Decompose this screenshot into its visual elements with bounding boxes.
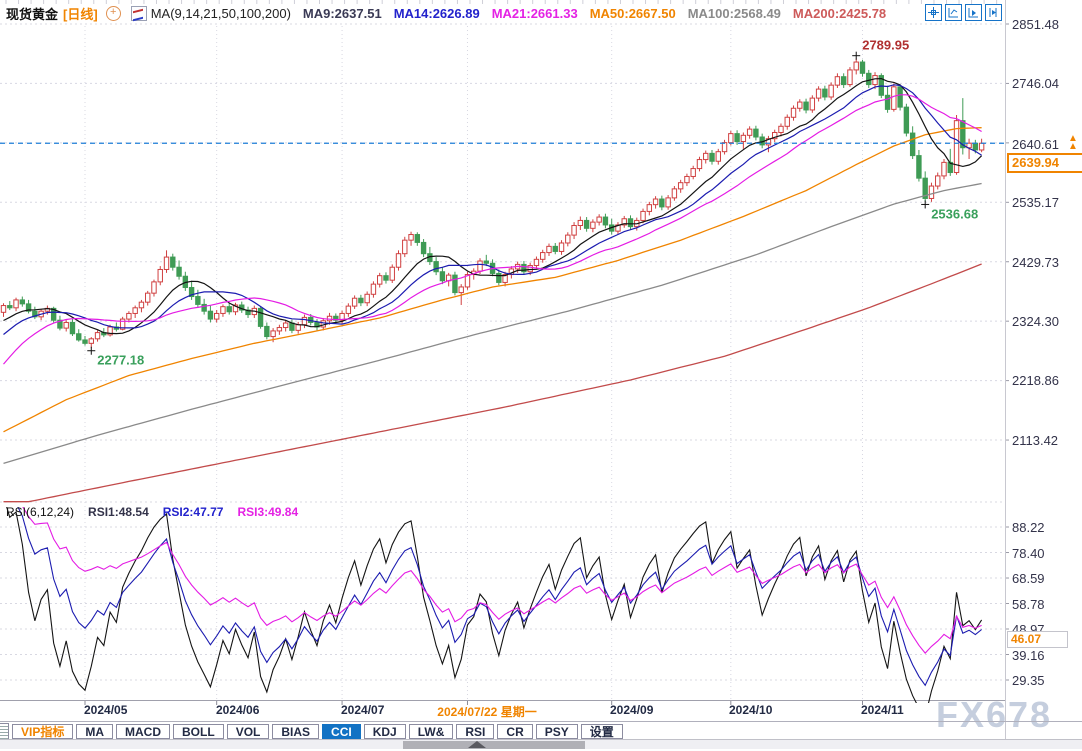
latest-view-icon[interactable] bbox=[965, 4, 982, 21]
svg-text:2536.68: 2536.68 bbox=[931, 206, 978, 221]
indicator-chart-icon[interactable] bbox=[131, 6, 147, 21]
tab-ma[interactable]: MA bbox=[76, 724, 113, 739]
price-label: 2324.30 bbox=[1012, 314, 1078, 329]
tab-vol[interactable]: VOL bbox=[227, 724, 270, 739]
tab-rsi[interactable]: RSI bbox=[456, 724, 494, 739]
crosshair-tool-icon[interactable] bbox=[925, 4, 942, 21]
zoom-axis-icon[interactable] bbox=[945, 4, 962, 21]
svg-text:2789.95: 2789.95 bbox=[862, 38, 909, 53]
tab-kdj[interactable]: KDJ bbox=[364, 724, 406, 739]
indicator-toolbar: VIP指标 MA MACD BOLL VOL BIAS CCI KDJ LW& … bbox=[0, 721, 1082, 740]
price-label: 2218.86 bbox=[1012, 373, 1078, 388]
symbol-name: 现货黄金 bbox=[6, 4, 58, 23]
ma-group-label: MA(9,14,21,50,100,200) bbox=[151, 6, 291, 21]
price-label: 2113.42 bbox=[1012, 433, 1078, 448]
ma100-value: MA100:2568.49 bbox=[688, 6, 781, 21]
pan-right-icon[interactable] bbox=[985, 4, 1002, 21]
tab-vip-indicator[interactable]: VIP指标 bbox=[12, 724, 73, 739]
circle-plus-icon[interactable]: + bbox=[106, 6, 121, 21]
tab-bias[interactable]: BIAS bbox=[272, 724, 319, 739]
x-tick-label: 2024/07 bbox=[341, 703, 384, 717]
current-price-badge: 2639.94 bbox=[1007, 153, 1082, 173]
rsi-label: 58.78 bbox=[1012, 597, 1078, 612]
rsi-label: 88.22 bbox=[1012, 520, 1078, 535]
tab-cr[interactable]: CR bbox=[497, 724, 532, 739]
rsi2-value: RSI2:47.77 bbox=[163, 505, 224, 519]
horizontal-scrollbar[interactable] bbox=[0, 739, 1082, 749]
ma9-value: MA9:2637.51 bbox=[303, 6, 382, 21]
scrollbar-thumb[interactable] bbox=[403, 741, 585, 749]
tab-boll[interactable]: BOLL bbox=[173, 724, 224, 739]
chart-canvas[interactable]: 2789.95 2536.68 2277.18 bbox=[0, 0, 1082, 751]
price-label: 2535.17 bbox=[1012, 195, 1078, 210]
ma200-value: MA200:2425.78 bbox=[793, 6, 886, 21]
tab-lw[interactable]: LW& bbox=[409, 724, 454, 739]
tab-cci[interactable]: CCI bbox=[322, 724, 361, 739]
ma21-value: MA21:2661.33 bbox=[492, 6, 578, 21]
rsi1-value: RSI1:48.54 bbox=[88, 505, 149, 519]
rsi-header: RSI(6,12,24) RSI1:48.54 RSI2:47.77 RSI3:… bbox=[0, 503, 1000, 520]
x-tick-label: 2024/05 bbox=[84, 703, 127, 717]
x-tick-label: 2024/10 bbox=[729, 703, 772, 717]
x-tick-label: 2024/09 bbox=[610, 703, 653, 717]
tab-macd[interactable]: MACD bbox=[116, 724, 170, 739]
price-up-arrow-icon: ▲▲ bbox=[1066, 135, 1080, 151]
rsi-label: 68.59 bbox=[1012, 571, 1078, 586]
svg-text:2277.18: 2277.18 bbox=[97, 353, 144, 368]
selected-date-label: 2024/07/22 星期一 bbox=[412, 703, 562, 720]
tab-settings[interactable]: 设置 bbox=[581, 724, 623, 739]
x-tick-label: 2024/11 bbox=[861, 703, 904, 717]
rsi-group-label: RSI(6,12,24) bbox=[6, 505, 74, 519]
period-label: [日线] bbox=[63, 4, 98, 23]
current-rsi-badge: 46.07 bbox=[1007, 631, 1068, 648]
rsi-label: 78.40 bbox=[1012, 546, 1078, 561]
ma50-value: MA50:2667.50 bbox=[590, 6, 676, 21]
chart-header: 现货黄金 [日线] + MA(9,14,21,50,100,200) MA9:2… bbox=[0, 0, 1082, 26]
price-label: 2429.73 bbox=[1012, 255, 1078, 270]
chart-tools bbox=[925, 4, 1002, 21]
chart-app: 2789.95 2536.68 2277.18 现货黄金 [日线] + MA(9,1… bbox=[0, 0, 1082, 751]
rsi3-value: RSI3:49.84 bbox=[237, 505, 298, 519]
toolbar-fragment-icon[interactable] bbox=[0, 723, 9, 740]
rsi-label: 29.35 bbox=[1012, 673, 1078, 688]
x-tick-label: 2024/06 bbox=[216, 703, 259, 717]
rsi-label: 39.16 bbox=[1012, 648, 1078, 663]
panel-collapse-handle[interactable] bbox=[468, 741, 486, 748]
ma14-value: MA14:2626.89 bbox=[394, 6, 480, 21]
price-label: 2746.04 bbox=[1012, 76, 1078, 91]
tab-psy[interactable]: PSY bbox=[536, 724, 578, 739]
price-label: 2851.48 bbox=[1012, 17, 1078, 32]
